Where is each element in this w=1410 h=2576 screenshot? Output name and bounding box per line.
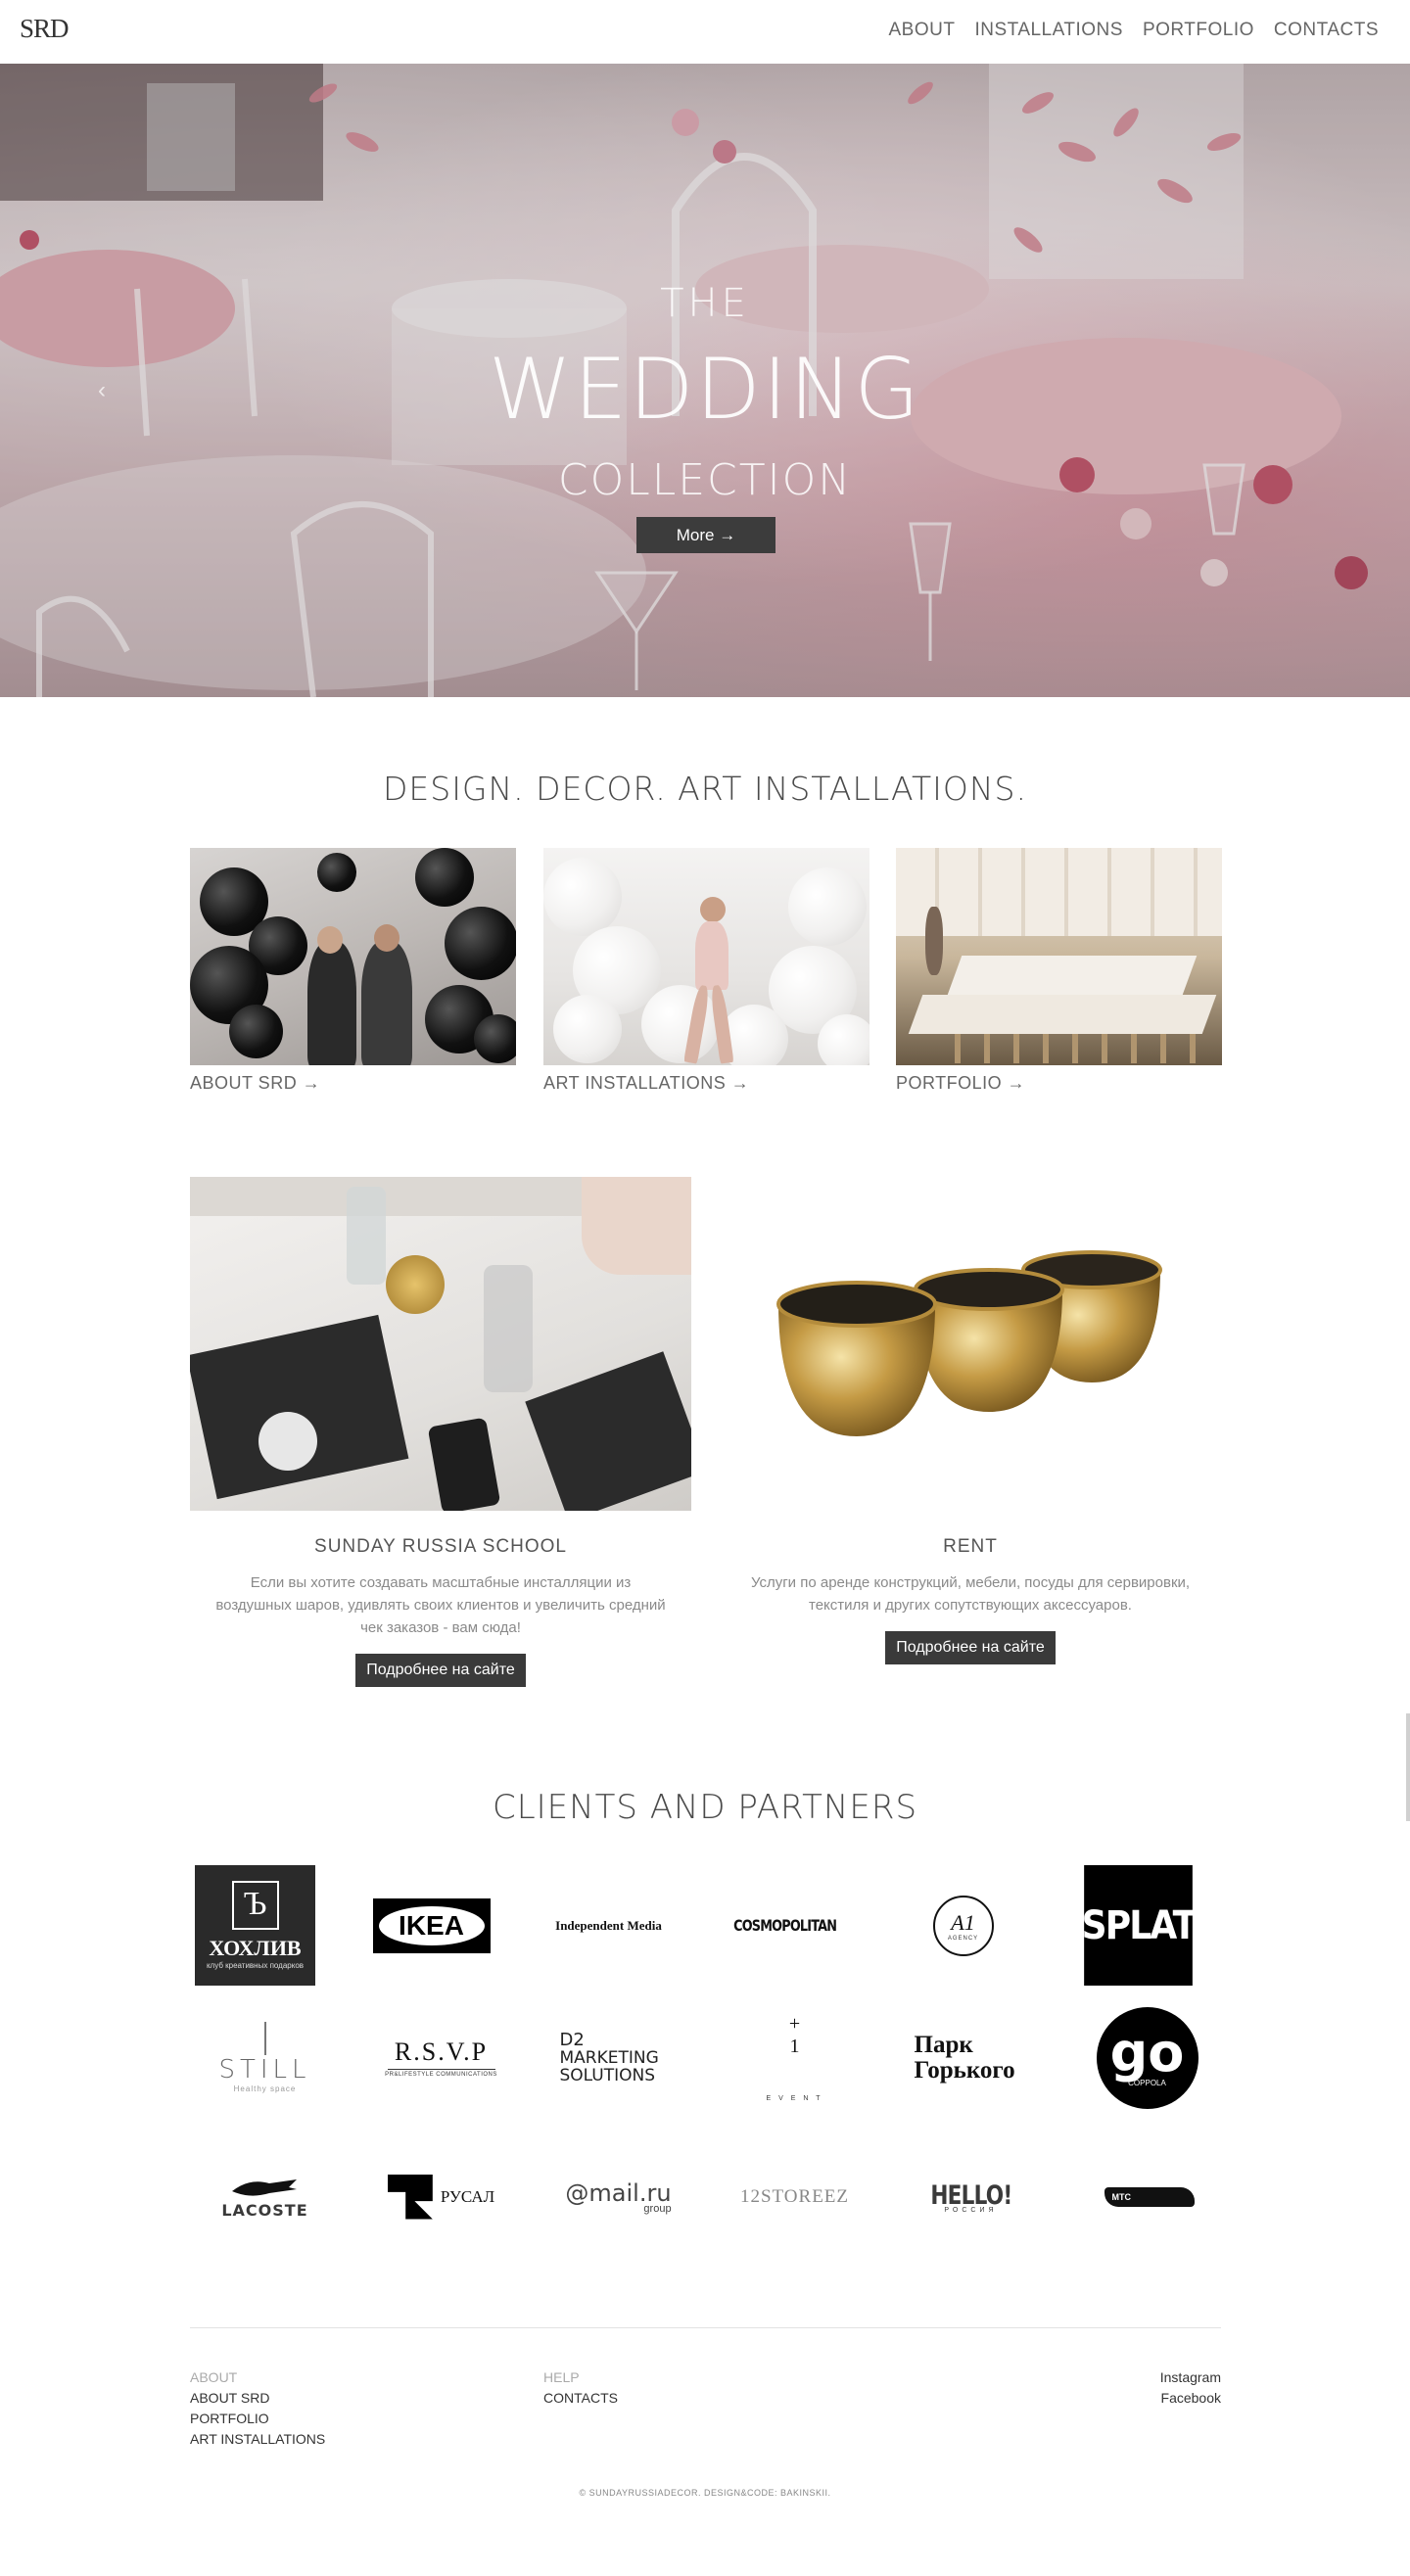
portfolio-image (896, 848, 1222, 1065)
card-art-installations[interactable]: ART INSTALLATIONS → (543, 848, 870, 1094)
nav-installations[interactable]: INSTALLATIONS (974, 20, 1123, 41)
nav-portfolio[interactable]: PORTFOLIO (1143, 20, 1254, 41)
service-school-title: SUNDAY RUSSIA SCHOOL (314, 1536, 567, 1557)
footer-help-heading: HELP (543, 2369, 580, 2385)
hero-banner: ‹ THE WEDDING COLLECTION More → (0, 64, 1410, 697)
hero-line-1: THE (660, 281, 750, 326)
logo-mts: МТС (1089, 2136, 1209, 2257)
service-school-text: Если вы хотите создавать масштабные инст… (215, 1574, 666, 1636)
footer-link-contacts[interactable]: CONTACTS (543, 2390, 618, 2406)
footer-link-about-srd[interactable]: ABOUT SRD (190, 2390, 269, 2406)
footer-link-portfolio[interactable]: PORTFOLIO (190, 2411, 269, 2426)
footer-about-heading: ABOUT (190, 2369, 238, 2385)
footer-link-facebook[interactable]: Facebook (1161, 2390, 1221, 2406)
card-about-srd-label: ABOUT SRD → (190, 1073, 321, 1093)
footer-link-art-installations[interactable]: ART INSTALLATIONS (190, 2431, 325, 2447)
rent-image (720, 1177, 1221, 1511)
service-school: SUNDAY RUSSIA SCHOOL Если вы хотите созд… (190, 1177, 691, 1687)
logo-lacoste: LACOSTE (205, 2136, 325, 2257)
scrollbar-thumb[interactable] (1406, 1713, 1410, 1821)
logo-hohliv: Ъ ХОХЛИВ клуб креативных подарков (195, 1865, 315, 1986)
service-rent-title: RENT (943, 1536, 998, 1557)
logo-rsvp: R.S.V.P PR&LIFESTYLE COMMUNICATIONS (385, 2037, 497, 2078)
card-about-srd[interactable]: ABOUT SRD → (190, 848, 516, 1094)
card-art-installations-label: ART INSTALLATIONS → (543, 1073, 750, 1093)
logo-splat: SPLAT (1078, 1865, 1198, 1986)
logo-independent-media: Independent Media (555, 1917, 662, 1933)
service-rent-button[interactable]: Подробнее на сайте (885, 1631, 1056, 1664)
footer-divider (190, 2327, 1221, 2328)
logo-hello-russia: HELLO! РОССИЯ (929, 2179, 1012, 2214)
hero-more-button[interactable]: More → (636, 517, 776, 553)
footer-help-column: HELP CONTACTS (543, 2367, 618, 2409)
logo-park-gorkogo: Парк Горького (914, 2031, 1015, 2084)
logo-ikea: IKEA (371, 1865, 492, 1986)
intro-title: DESIGN. DECOR. ART INSTALLATIONS. (382, 770, 1027, 808)
logo-plus-one-event: + 1 E V E N T (766, 2013, 830, 2102)
logo-go-coppola: go COPPOLA (1087, 1997, 1207, 2118)
logo-mail-ru: @mail.ru group (565, 2178, 672, 2215)
card-portfolio[interactable]: PORTFOLIO → (896, 848, 1222, 1094)
hero-title: WEDDING (488, 341, 922, 439)
service-rent-text: Услуги по аренде конструкций, мебели, по… (750, 1574, 1191, 1614)
logo-still: STILL Healthy space (205, 1997, 325, 2118)
footer-copyright: © SUNDAYRUSSIADECOR. DESIGN&CODE: BAKINS… (579, 2488, 831, 2498)
site-header: SRD ABOUT INSTALLATIONS PORTFOLIO CONTAC… (0, 0, 1410, 64)
gold-bowls-illustration (776, 1250, 1162, 1436)
footer-link-instagram[interactable]: Instagram (1160, 2369, 1221, 2385)
logo-rusal: РУСАЛ (381, 2136, 501, 2257)
nav-about[interactable]: ABOUT (889, 20, 956, 41)
clients-title: CLIENTS AND PARTNERS (492, 1788, 918, 1827)
crocodile-icon (232, 2179, 298, 2196)
nav-contacts[interactable]: CONTACTS (1274, 20, 1379, 41)
school-image (190, 1177, 691, 1511)
service-school-button[interactable]: Подробнее на сайте (355, 1654, 526, 1687)
hero-line-3: COLLECTION (557, 455, 853, 505)
service-rent: RENT Услуги по аренде конструкций, мебел… (720, 1177, 1221, 1664)
footer-about-column: ABOUT ABOUT SRD PORTFOLIO ART INSTALLATI… (190, 2367, 325, 2450)
main-nav: ABOUT INSTALLATIONS PORTFOLIO CONTACTS (889, 20, 1380, 41)
hohliv-emblem-icon: Ъ (231, 1881, 279, 1930)
about-srd-image (190, 848, 516, 1065)
logo-a1-agency: A1 AGENCY (903, 1865, 1023, 1986)
still-icon (263, 2022, 266, 2055)
card-portfolio-label: PORTFOLIO → (896, 1073, 1026, 1093)
logo-cosmopolitan: COSMOPOLITAN (732, 1916, 837, 1935)
footer-social-column: Instagram Facebook (1160, 2367, 1221, 2409)
logo-12storeez: 12STOREEZ (739, 2185, 850, 2207)
site-logo[interactable]: SRD (20, 14, 70, 44)
rusal-icon (387, 2174, 433, 2220)
logo-d2-marketing: D2 MARKETING SOLUTIONS (559, 2029, 659, 2085)
art-installations-image (543, 848, 870, 1065)
